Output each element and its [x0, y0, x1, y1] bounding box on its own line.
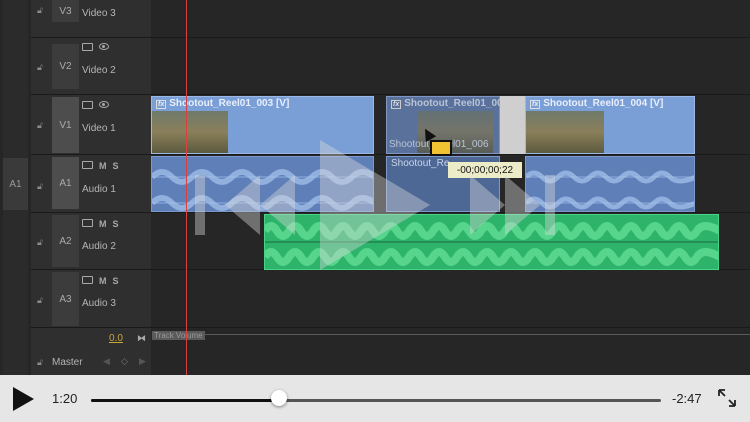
- master-level[interactable]: 0.0: [109, 333, 123, 344]
- master-volume-line: [152, 334, 750, 335]
- eye-icon[interactable]: [99, 43, 109, 50]
- clip-title: fx Shootout_Reel01_006: [391, 98, 508, 109]
- track-master: 🔓︎ Master 0.0 ⧓ ◀ ◇ ▶: [31, 328, 750, 375]
- track-v2: 🔓︎ V2 Video 2: [31, 38, 750, 95]
- clip-thumbnail: [152, 111, 228, 153]
- clip-title: Shootout_Re: [391, 158, 450, 169]
- clip-name: Shootout_Reel01_003 [V]: [169, 98, 290, 109]
- fx-icon: fx: [156, 100, 167, 109]
- camera-icon[interactable]: [82, 43, 93, 51]
- clip-thumbnail: [526, 111, 604, 153]
- clip-v1-right[interactable]: fx Shootout_Reel01_004 [V]: [525, 96, 695, 154]
- clip-name: Shootout_Reel01_006: [404, 98, 509, 109]
- play-icon[interactable]: [13, 387, 34, 411]
- track-label-v3: Video 3: [82, 8, 116, 19]
- lock-icon[interactable]: 🔓︎: [37, 5, 47, 16]
- track-controls-v1: [82, 101, 109, 109]
- track-name-v1[interactable]: V1: [52, 97, 79, 153]
- player-controls: 1:20 -2:47: [0, 375, 750, 422]
- clip-a1-right[interactable]: [525, 156, 695, 212]
- current-time: 1:20: [52, 391, 78, 406]
- track-label-v2: Video 2: [82, 65, 116, 76]
- audio-waveform: [265, 222, 718, 266]
- lock-icon[interactable]: 🔓︎: [37, 62, 47, 73]
- track-label-a3: Audio 3: [82, 298, 116, 309]
- playhead[interactable]: [186, 0, 187, 375]
- solo-button[interactable]: S: [113, 161, 119, 171]
- fx-icon: fx: [391, 100, 402, 109]
- track-name-v3[interactable]: V3: [52, 0, 79, 22]
- lock-icon[interactable]: 🔓︎: [37, 181, 47, 192]
- lock-icon[interactable]: 🔓︎: [37, 357, 47, 368]
- speaker-icon[interactable]: [82, 161, 93, 169]
- solo-button[interactable]: S: [113, 219, 119, 229]
- next-keyframe-icon[interactable]: ▶: [139, 356, 146, 367]
- scrubber-progress: [91, 399, 279, 402]
- audio-waveform: [526, 170, 694, 210]
- mute-button[interactable]: M: [99, 219, 107, 229]
- clip-title: fx Shootout_Reel01_003 [V]: [156, 98, 289, 109]
- scrubber-knob[interactable]: [270, 390, 287, 406]
- lock-icon[interactable]: 🔓︎: [37, 120, 47, 131]
- clip-a2-selected[interactable]: [264, 214, 719, 270]
- track-name-a2[interactable]: A2: [52, 215, 79, 267]
- clip-v1-left[interactable]: fx Shootout_Reel01_003 [V]: [151, 96, 374, 154]
- track-controls-v2: [82, 43, 109, 51]
- prev-keyframe-icon[interactable]: ◀: [103, 356, 110, 367]
- speaker-icon[interactable]: [82, 219, 93, 227]
- track-controls-a2: M S: [82, 219, 119, 229]
- lock-icon[interactable]: 🔓︎: [37, 237, 47, 248]
- trim-handle-icon: [430, 140, 452, 156]
- track-label-a1: Audio 1: [82, 184, 116, 195]
- keyframe-toggle-icon[interactable]: ⧓: [137, 333, 146, 344]
- remaining-time: -2:47: [672, 391, 702, 406]
- clip-gap: [500, 96, 525, 154]
- speaker-icon[interactable]: [82, 276, 93, 284]
- add-keyframe-icon[interactable]: ◇: [121, 356, 128, 367]
- mute-button[interactable]: M: [99, 276, 107, 286]
- timeline-panel: A1 🔓︎ V3 Video 3 🔓︎ V2 Video 2 🔓︎ V1 Vid…: [0, 0, 750, 375]
- lock-icon[interactable]: 🔓︎: [37, 295, 47, 306]
- track-a3: M S 🔓︎ A3 Audio 3: [31, 270, 750, 328]
- track-controls-a3: M S: [82, 276, 119, 286]
- track-label-v1: Video 1: [82, 123, 116, 134]
- track-name-a1[interactable]: A1: [52, 157, 79, 209]
- eye-icon[interactable]: [99, 101, 109, 108]
- source-patch-a1[interactable]: A1: [3, 158, 28, 210]
- fullscreen-icon[interactable]: [716, 387, 738, 409]
- clip-name: Shootout_Reel01_004 [V]: [543, 98, 664, 109]
- track-controls-a1: M S: [82, 161, 119, 171]
- fx-icon: fx: [530, 100, 541, 109]
- scrubber-track[interactable]: [91, 399, 661, 402]
- track-v3: 🔓︎ V3 Video 3: [31, 0, 750, 38]
- mute-button[interactable]: M: [99, 161, 107, 171]
- track-name-v2[interactable]: V2: [52, 44, 79, 89]
- clip-title: fx Shootout_Reel01_004 [V]: [530, 98, 663, 109]
- camera-icon[interactable]: [82, 101, 93, 109]
- track-label-master: Master: [52, 357, 83, 368]
- track-volume-label: Track Volume: [152, 331, 205, 340]
- trim-offset-tooltip: -00;00;00;22: [448, 162, 522, 178]
- track-name-a3[interactable]: A3: [52, 272, 79, 326]
- clip-a1-left[interactable]: [151, 156, 374, 212]
- solo-button[interactable]: S: [113, 276, 119, 286]
- track-label-a2: Audio 2: [82, 241, 116, 252]
